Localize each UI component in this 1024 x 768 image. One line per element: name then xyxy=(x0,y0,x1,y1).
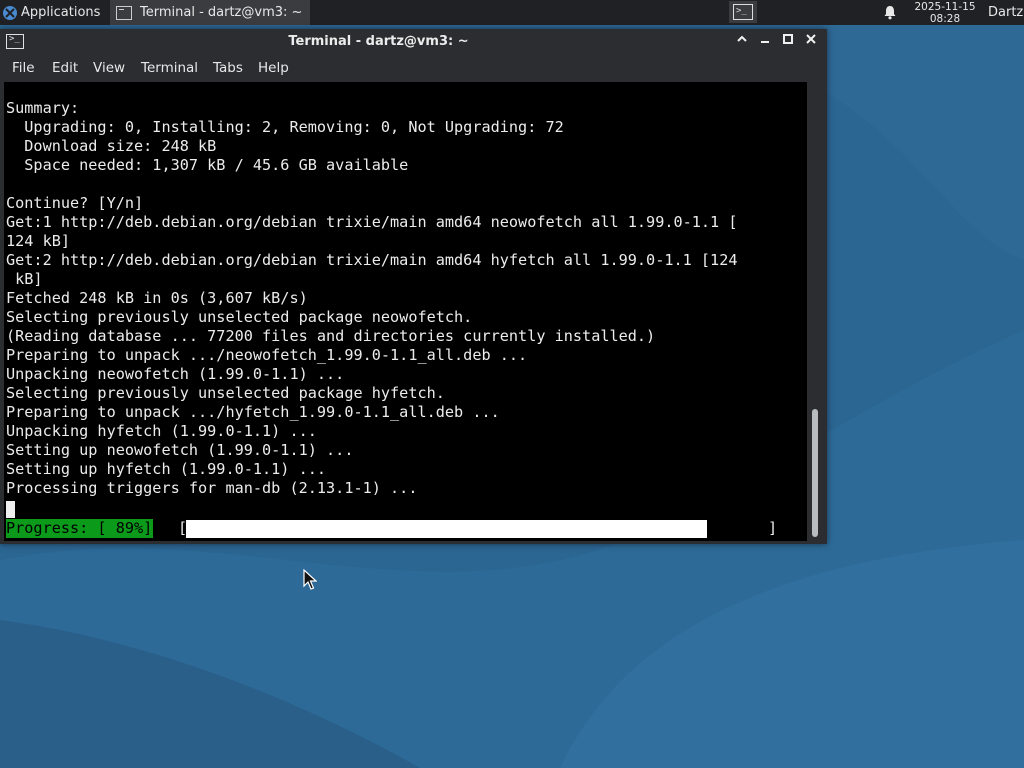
close-icon xyxy=(806,34,816,44)
bell-icon xyxy=(884,6,896,20)
terminal-line: 124 kB] xyxy=(6,232,71,250)
terminal-launcher-button[interactable]: >_ xyxy=(729,1,757,23)
top-panel: Applications Terminal - dartz@vm3: ~ >_ … xyxy=(0,0,1024,25)
minimize-icon xyxy=(761,41,769,43)
terminal-line: kB] xyxy=(6,270,43,288)
terminal-line: Unpacking neowofetch (1.99.0-1.1) ... xyxy=(6,365,345,383)
terminal-line: Download size: 248 kB xyxy=(6,137,217,155)
apt-progress-row: Progress: [ 89%] [ ] xyxy=(6,519,806,538)
terminal-line: Preparing to unpack .../hyfetch_1.99.0-1… xyxy=(6,403,500,421)
terminal-window: >_ Terminal - dartz@vm3: ~ File Edit Vie… xyxy=(0,29,827,544)
terminal-cursor xyxy=(6,501,15,518)
menu-bar: File Edit View Terminal Tabs Help xyxy=(0,55,827,81)
taskbar-terminal-button[interactable]: Terminal - dartz@vm3: ~ xyxy=(110,0,310,25)
mouse-pointer-icon xyxy=(303,569,317,590)
terminal-line: Summary: xyxy=(6,99,80,117)
progress-label: Progress: [ 89%] xyxy=(6,519,154,538)
progress-track xyxy=(186,520,771,538)
terminal-line: Upgrading: 0, Installing: 2, Removing: 0… xyxy=(6,118,564,136)
close-button[interactable] xyxy=(802,33,820,51)
menu-file[interactable]: File xyxy=(12,60,35,76)
terminal-line: (Reading database ... 77200 files and di… xyxy=(6,327,656,345)
terminal-line: Fetched 248 kB in 0s (3,607 kB/s) xyxy=(6,289,308,307)
xfce-logo-icon xyxy=(3,5,17,20)
user-menu[interactable]: Dartz xyxy=(988,0,1024,25)
terminal-line: Get:1 http://deb.debian.org/debian trixi… xyxy=(6,213,738,231)
terminal-line: Get:2 http://deb.debian.org/debian trixi… xyxy=(6,251,738,269)
shade-button[interactable] xyxy=(733,33,751,51)
clock-time: 08:28 xyxy=(929,12,961,25)
progress-fill xyxy=(186,520,707,538)
terminal-text: Summary: Upgrading: 0, Installing: 2, Re… xyxy=(6,99,806,498)
maximize-icon xyxy=(783,34,793,44)
terminal-icon: >_ xyxy=(733,4,753,20)
clock-date: 2025-11-15 xyxy=(914,0,976,13)
terminal-line: Preparing to unpack .../neowofetch_1.99.… xyxy=(6,346,528,364)
progress-bracket-close: ] xyxy=(768,519,778,537)
window-titlebar[interactable]: >_ Terminal - dartz@vm3: ~ xyxy=(0,29,827,55)
terminal-line: Selecting previously unselected package … xyxy=(6,384,445,402)
terminal-output[interactable]: Summary: Upgrading: 0, Installing: 2, Re… xyxy=(4,82,807,541)
terminal-line: Setting up hyfetch (1.99.0-1.1) ... xyxy=(6,460,327,478)
menu-edit[interactable]: Edit xyxy=(52,60,78,76)
terminal-scrollbar[interactable] xyxy=(809,82,823,541)
window-title: Terminal - dartz@vm3: ~ xyxy=(288,34,469,49)
scrollbar-thumb[interactable] xyxy=(812,409,818,537)
terminal-line: Space needed: 1,307 kB / 45.6 GB availab… xyxy=(6,156,409,174)
menu-tabs[interactable]: Tabs xyxy=(213,60,243,76)
applications-label: Applications xyxy=(21,5,101,20)
terminal-line: Setting up neowofetch (1.99.0-1.1) ... xyxy=(6,441,354,459)
terminal-line: Continue? [Y/n] xyxy=(6,194,144,212)
menu-view[interactable]: View xyxy=(93,60,125,76)
taskbar-terminal-label: Terminal - dartz@vm3: ~ xyxy=(140,5,303,20)
clock[interactable]: 2025-11-15 08:28 xyxy=(908,0,982,25)
terminal-line: Unpacking hyfetch (1.99.0-1.1) ... xyxy=(6,422,317,440)
menu-terminal[interactable]: Terminal xyxy=(141,60,198,76)
applications-menu-button[interactable]: Applications xyxy=(0,0,110,25)
maximize-button[interactable] xyxy=(779,33,797,51)
terminal-icon xyxy=(116,5,132,20)
terminal-line: Selecting previously unselected package … xyxy=(6,308,473,326)
notifications-button[interactable] xyxy=(880,0,900,25)
terminal-line: Processing triggers for man-db (2.13.1-1… xyxy=(6,479,418,497)
minimize-button[interactable] xyxy=(756,33,774,51)
menu-help[interactable]: Help xyxy=(258,60,289,76)
chevron-up-icon xyxy=(737,35,747,42)
